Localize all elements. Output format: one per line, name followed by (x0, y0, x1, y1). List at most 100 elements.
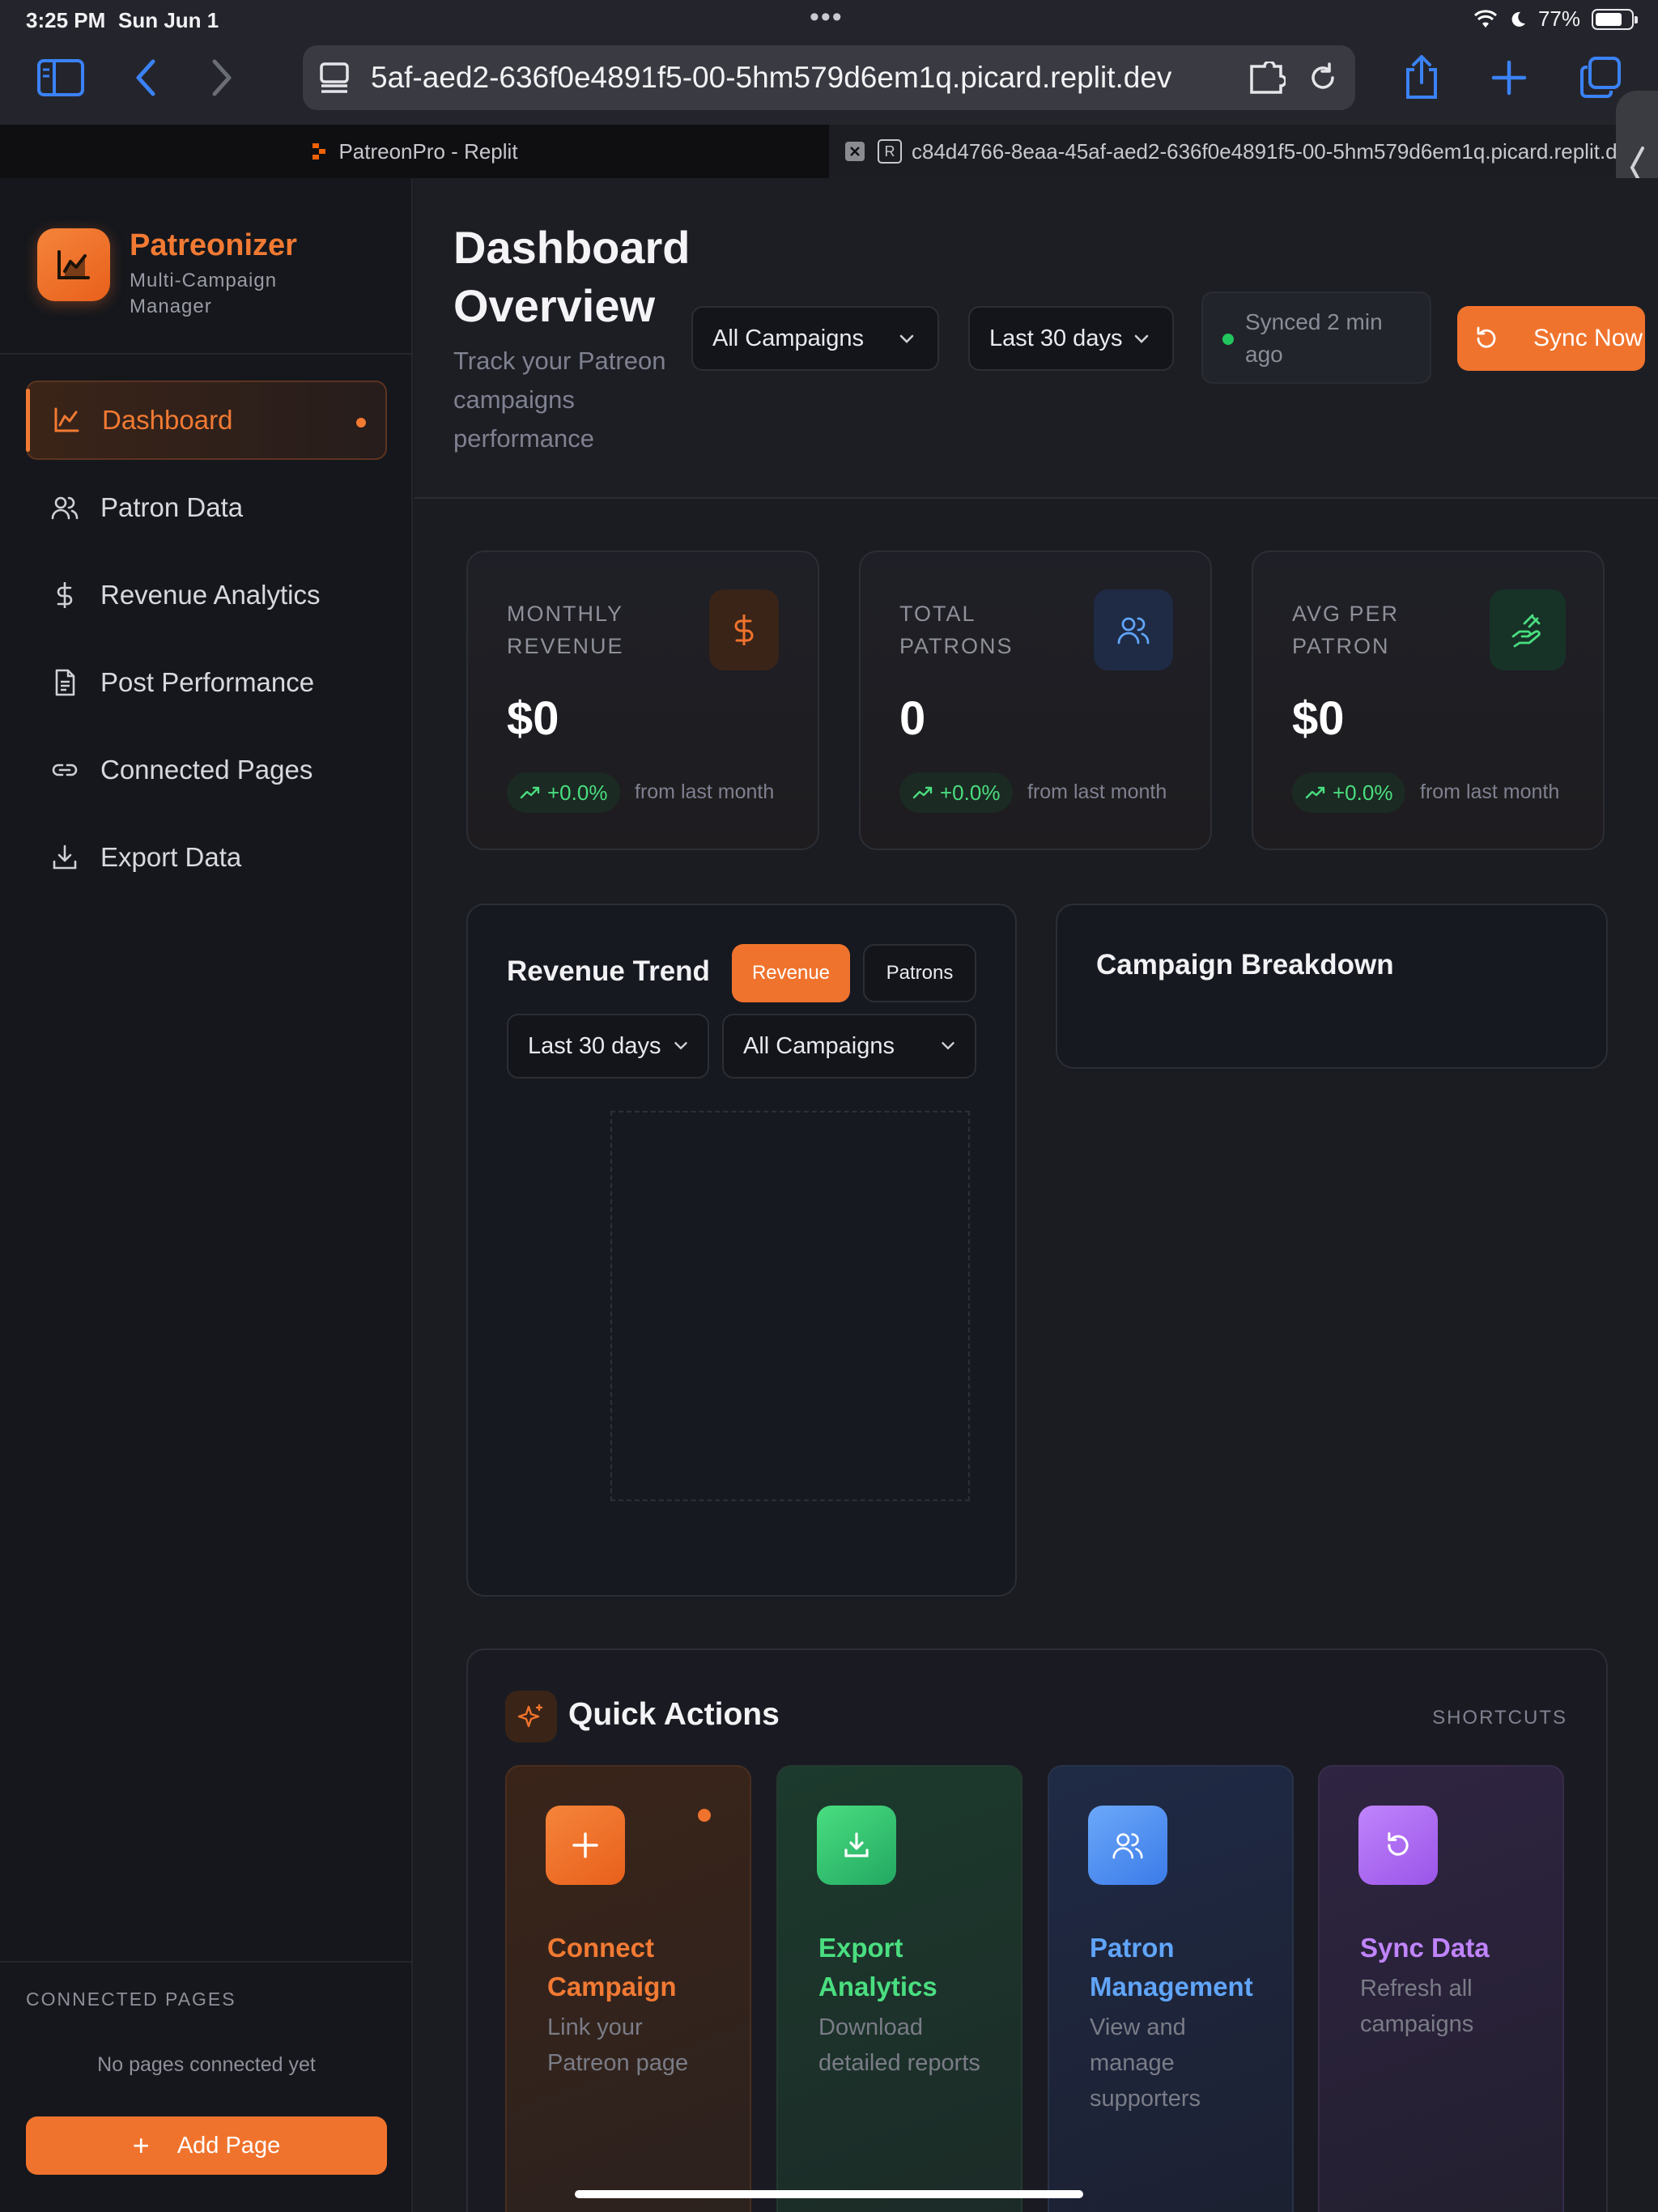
sync-now-button[interactable]: Sync Now (1457, 306, 1645, 371)
nav-item-connected-pages[interactable]: Connected Pages (26, 730, 387, 810)
stat-label: TOTAL PATRONS (899, 602, 1014, 658)
link-icon (52, 764, 78, 776)
brand[interactable]: Patreonizer Multi-Campaign Manager (37, 228, 308, 320)
multitasking-dots[interactable]: ••• (810, 2, 844, 33)
tile-title: Connect Campaign (547, 1933, 677, 2001)
toggle-patrons-button[interactable]: Patrons (863, 944, 976, 1002)
nav-item-dashboard[interactable]: Dashboard (26, 381, 387, 460)
extension-icon[interactable] (1248, 62, 1286, 94)
status-dot (1222, 334, 1234, 345)
stat-label: AVG PER PATRON (1292, 602, 1400, 658)
date-range-value: Last 30 days (989, 325, 1123, 351)
tab-replit-dev[interactable]: R c84d4766-8eaa-45af-aed2-636f0e4891f5-0… (829, 125, 1658, 178)
battery-level (1596, 12, 1622, 26)
campaign-breakdown-card: Campaign Breakdown (1056, 904, 1608, 1069)
tabs-overview-icon[interactable] (1575, 52, 1626, 102)
plus-icon (546, 1806, 625, 1885)
dollar-icon (57, 582, 73, 608)
refresh-icon (1358, 1806, 1438, 1885)
tile-description: Link your Patreon page (547, 2014, 689, 2076)
date-range-select[interactable]: Last 30 days (968, 306, 1174, 371)
add-page-button[interactable]: + Add Page (26, 2116, 387, 2175)
stat-label: MONTHLY REVENUE (507, 602, 624, 658)
add-page-label: Add Page (176, 2132, 281, 2159)
stat-value: 0 (899, 692, 926, 745)
page-settings-icon[interactable] (319, 62, 350, 94)
brand-name: Patreonizer (130, 228, 297, 262)
chevron-down-icon (1134, 334, 1149, 343)
wifi-icon (1473, 9, 1497, 28)
tile-description: Refresh all campaigns (1360, 1976, 1474, 2037)
campaign-select-value: All Campaigns (712, 325, 864, 351)
new-tab-icon[interactable] (1485, 53, 1533, 102)
trend-campaign-select[interactable]: All Campaigns (722, 1014, 976, 1078)
nav-label: Connected Pages (100, 755, 313, 785)
stat-note: from last month (1027, 781, 1167, 803)
plus-icon: + (132, 2129, 150, 2162)
stat-change-value: +0.0% (1333, 780, 1393, 805)
stat-note: from last month (1420, 781, 1560, 803)
nav-item-revenue-analytics[interactable]: Revenue Analytics (26, 555, 387, 635)
battery-icon (1592, 8, 1638, 30)
nav-label: Revenue Analytics (100, 580, 321, 610)
quick-action-connect-campaign[interactable]: Connect Campaign Link your Patreon page (505, 1765, 751, 2212)
nav-label: Export Data (100, 842, 242, 872)
main-nav: Dashboard Patron Data Revenue Analytics … (26, 381, 387, 905)
close-tab-icon[interactable] (845, 142, 865, 161)
tile-title: Export Analytics (818, 1933, 937, 2001)
forward-icon[interactable] (202, 53, 243, 102)
status-time: 3:25 PM (26, 8, 106, 32)
url-text[interactable]: 5af-aed2-636f0e4891f5-00-5hm579d6em1q.pi… (371, 61, 1248, 95)
trend-range-value: Last 30 days (528, 1032, 661, 1059)
nav-item-post-performance[interactable]: Post Performance (26, 643, 387, 722)
trend-range-select[interactable]: Last 30 days (507, 1014, 709, 1078)
stat-change-badge: +0.0% (507, 772, 621, 813)
app-sidebar: Patreonizer Multi-Campaign Manager Dashb… (0, 178, 413, 2212)
back-icon[interactable] (125, 53, 165, 102)
stat-card-total-patrons: TOTAL PATRONS 0 +0.0% from last month (859, 551, 1212, 850)
campaign-select[interactable]: All Campaigns (691, 306, 939, 371)
sidebar-toggle-icon[interactable] (32, 53, 89, 102)
reload-icon[interactable] (1307, 62, 1339, 94)
trend-up-icon (912, 786, 933, 799)
toggle-revenue-button[interactable]: Revenue (732, 944, 850, 1002)
quick-action-export-analytics[interactable]: Export Analytics Download detailed repor… (776, 1765, 1022, 2212)
quick-action-patron-management[interactable]: Patron Management View and manage suppor… (1048, 1765, 1294, 2212)
stat-value: $0 (507, 692, 559, 745)
battery-percent: 77% (1537, 6, 1580, 31)
nav-item-patron-data[interactable]: Patron Data (26, 468, 387, 547)
hand-coin-icon (1490, 589, 1566, 670)
status-bar: 3:25 PM Sun Jun 1 ••• 77% (0, 0, 1658, 39)
nav-item-export-data[interactable]: Export Data (26, 818, 387, 897)
tab-title: c84d4766-8eaa-45af-aed2-636f0e4891f5-00-… (912, 138, 1640, 164)
revenue-trend-card: Revenue Trend Revenue Patrons Last 30 da… (466, 904, 1017, 1597)
chart-placeholder (610, 1111, 970, 1501)
tab-bar: PatreonPro - Replit R c84d4766-8eaa-45af… (0, 125, 1658, 178)
dollar-icon (709, 589, 779, 670)
chevron-down-icon (674, 1042, 687, 1050)
chart-icon (54, 407, 79, 432)
replit-logo-icon (312, 143, 326, 160)
sync-status: Synced 2 min ago (1201, 291, 1431, 384)
home-indicator[interactable] (575, 2190, 1083, 2198)
users-icon (1094, 589, 1173, 670)
connected-pages-heading: CONNECTED PAGES (26, 1989, 236, 2010)
download-icon (817, 1806, 896, 1885)
tile-description: Download detailed reports (818, 2014, 980, 2076)
nav-label: Patron Data (100, 492, 244, 522)
chart-logo-icon (37, 228, 110, 301)
share-icon[interactable] (1397, 50, 1446, 104)
address-bar[interactable]: 5af-aed2-636f0e4891f5-00-5hm579d6em1q.pi… (303, 45, 1355, 110)
moon-icon (1511, 11, 1525, 27)
card-title: Campaign Breakdown (1096, 949, 1394, 981)
stat-card-monthly-revenue: MONTHLY REVENUE $0 +0.0% from last month (466, 551, 819, 850)
tab-patreonpro[interactable]: PatreonPro - Replit (0, 125, 829, 178)
tab-title: PatreonPro - Replit (338, 138, 518, 164)
refresh-icon (1477, 326, 1496, 348)
page-title: Dashboard Overview (453, 222, 691, 331)
active-indicator-dot (356, 418, 366, 428)
stat-change-value: +0.0% (547, 780, 608, 805)
quick-action-sync-data[interactable]: Sync Data Refresh all campaigns (1318, 1765, 1564, 2212)
trend-campaign-value: All Campaigns (743, 1032, 895, 1059)
stat-change-badge: +0.0% (1292, 772, 1406, 813)
